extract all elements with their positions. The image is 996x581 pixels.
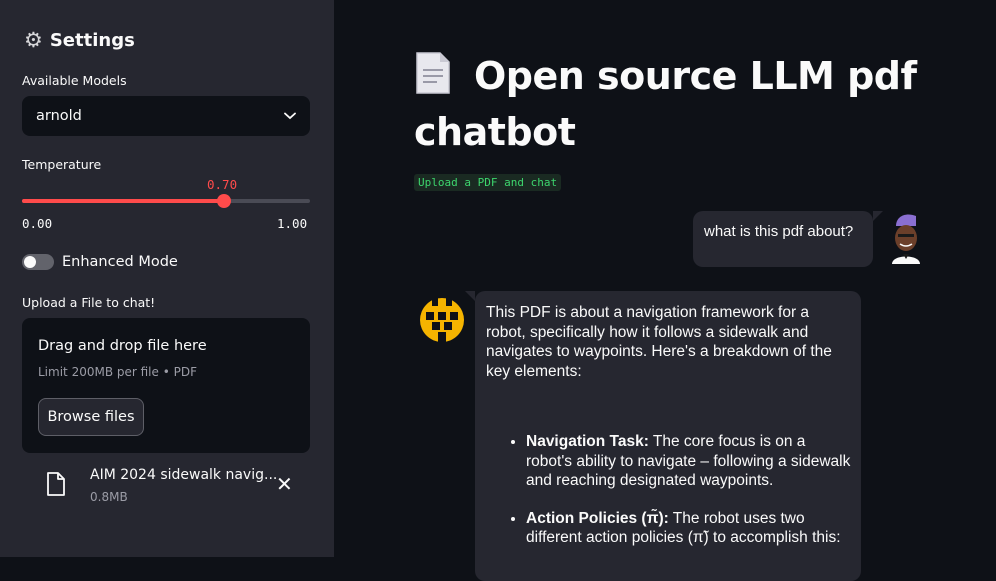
uploaded-file-size: 0.8MB bbox=[90, 490, 128, 504]
assistant-avatar-icon bbox=[420, 298, 464, 342]
browse-files-button[interactable]: Browse files bbox=[38, 398, 144, 436]
model-select-value: arnold bbox=[36, 108, 82, 124]
bullet-heading: Action Policies (π̃): bbox=[526, 509, 669, 527]
temperature-slider-fill bbox=[22, 199, 224, 203]
models-label: Available Models bbox=[22, 73, 127, 88]
toggle-knob bbox=[24, 256, 36, 268]
temperature-value: 0.70 bbox=[207, 177, 238, 192]
assistant-intro: This PDF is about a navigation framework… bbox=[486, 304, 832, 380]
chevron-down-icon bbox=[284, 112, 296, 120]
dropzone-limit: Limit 200MB per file • PDF bbox=[38, 365, 197, 379]
bullet-heading: Navigation Task: bbox=[526, 433, 649, 450]
assistant-bullet-list: Navigation Task: The core focus is on a … bbox=[486, 432, 853, 566]
list-item: Action Policies (π̃): The robot uses two… bbox=[526, 509, 853, 548]
model-select[interactable]: arnold bbox=[22, 96, 310, 136]
temperature-slider[interactable] bbox=[22, 194, 310, 208]
temperature-label: Temperature bbox=[22, 157, 102, 172]
sidebar: ⚙ Settings Available Models arnold Tempe… bbox=[0, 0, 334, 557]
document-icon bbox=[416, 52, 450, 94]
enhanced-mode-toggle[interactable] bbox=[22, 254, 54, 270]
temperature-slider-thumb[interactable] bbox=[216, 194, 231, 208]
dropzone-title: Drag and drop file here bbox=[38, 338, 207, 354]
sidebar-header: ⚙ Settings bbox=[24, 28, 135, 52]
assistant-message: This PDF is about a navigation framework… bbox=[465, 291, 861, 581]
gear-icon: ⚙ bbox=[24, 28, 43, 52]
upload-label: Upload a File to chat! bbox=[22, 295, 156, 310]
page-title-block: Open source LLM pdf chatbot bbox=[414, 48, 934, 160]
sidebar-title: Settings bbox=[49, 29, 135, 51]
caption-badge: Upload a PDF and chat bbox=[414, 174, 562, 191]
temperature-min: 0.00 bbox=[22, 216, 53, 231]
file-icon bbox=[47, 472, 65, 496]
enhanced-mode-label: Enhanced Mode bbox=[62, 254, 178, 270]
main-content: Open source LLM pdf chatbot Upload a PDF… bbox=[334, 0, 996, 581]
file-dropzone[interactable]: Drag and drop file here Limit 200MB per … bbox=[22, 318, 310, 453]
list-item: Navigation Task: The core focus is on a … bbox=[526, 432, 853, 491]
temperature-max: 1.00 bbox=[277, 216, 308, 231]
uploaded-file-name: AIM 2024 sidewalk navig... bbox=[90, 467, 278, 483]
page-title: Open source LLM pdf chatbot bbox=[414, 54, 917, 154]
user-message: what is this pdf about? bbox=[693, 211, 883, 267]
user-avatar-icon bbox=[892, 214, 920, 264]
remove-file-close-icon[interactable]: ✕ bbox=[276, 475, 293, 495]
